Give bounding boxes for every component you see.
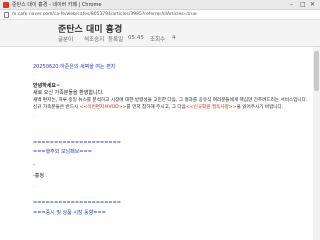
notice-suffix: 을 읽어주시기 바랍니다. bbox=[236, 105, 284, 110]
letter-date-line: 20250620 하준은의 새벽을 여는 편지 bbox=[33, 64, 116, 70]
author-name[interactable]: 석조승지 bbox=[84, 35, 104, 43]
address-bar[interactable]: m.cafe.naver.com/ca-fe/web/cafes/8053794… bbox=[0, 10, 320, 20]
maximize-button[interactable]: □ bbox=[300, 1, 306, 9]
notice-middle: 를 먼저 참하해 주시고, 그 다음 bbox=[126, 105, 186, 110]
views-label: 조회수 bbox=[150, 37, 166, 43]
notice-line: 신규 가족분들은 반드시 <<이번편지브VOD>>를 먼저 참하해 주시고, 그… bbox=[33, 104, 283, 110]
spacer-dot: · bbox=[33, 184, 35, 190]
tab-title[interactable]: 준탄스 대이 흉경 - 네이버 카페 | Chrome bbox=[12, 1, 101, 8]
spacer-dot: · bbox=[33, 72, 35, 78]
close-button[interactable]: ✕ bbox=[310, 1, 315, 9]
section-heading-market: ===중시 및 상품 시장 동향=== bbox=[33, 210, 106, 216]
notice-prefix: 신규 가족분들은 반드시 bbox=[33, 105, 80, 110]
label-text: -흉정 bbox=[33, 173, 45, 179]
greeting-text: 안녕하세요~ bbox=[33, 83, 61, 89]
article-title: 준탄스 대미 흉경 bbox=[58, 25, 123, 35]
spacer-dot: · bbox=[33, 113, 35, 119]
required-reading-link[interactable]: <<신규회원 필독사항>> bbox=[186, 105, 237, 110]
minimize-button[interactable]: – bbox=[290, 1, 293, 9]
url-text[interactable]: m.cafe.naver.com/ca-fe/web/cafes/8053794… bbox=[12, 12, 197, 17]
views-count: 4 bbox=[172, 35, 176, 41]
scrollbar[interactable] bbox=[313, 47, 320, 240]
dash-text: - bbox=[33, 162, 35, 168]
vod-link[interactable]: <<이번편지브VOD>> bbox=[80, 105, 127, 110]
reg-date-label: 등록일 bbox=[108, 37, 124, 43]
header-divider bbox=[0, 46, 320, 47]
reg-time: 05:45 bbox=[128, 35, 144, 41]
separator-line: ===================== bbox=[33, 200, 121, 206]
board-name[interactable]: 글분이 bbox=[58, 35, 73, 43]
scrollbar-thumb[interactable] bbox=[314, 51, 319, 91]
browser-titlebar: 준탄스 대이 흉경 - 네이버 카페 | Chrome – □ ✕ bbox=[0, 0, 320, 10]
welcome-text: 새로 오신 가족분들을 환영합니다. bbox=[33, 90, 104, 96]
section-heading-morning: ===행주외 모닝패브=== bbox=[33, 149, 92, 155]
article-header: 준탄스 대미 흉경 글분이 석조승지 등록일 05:45 조회수 4 bbox=[0, 20, 320, 46]
tab-favicon-icon bbox=[3, 2, 9, 8]
service-description: 새벽 편지는, 하루 중일 뉴스를 분석하고 시장에 대한 방향성을 고민한 다… bbox=[33, 98, 308, 103]
separator-line: ===================== bbox=[33, 140, 121, 146]
lock-icon bbox=[4, 12, 9, 18]
